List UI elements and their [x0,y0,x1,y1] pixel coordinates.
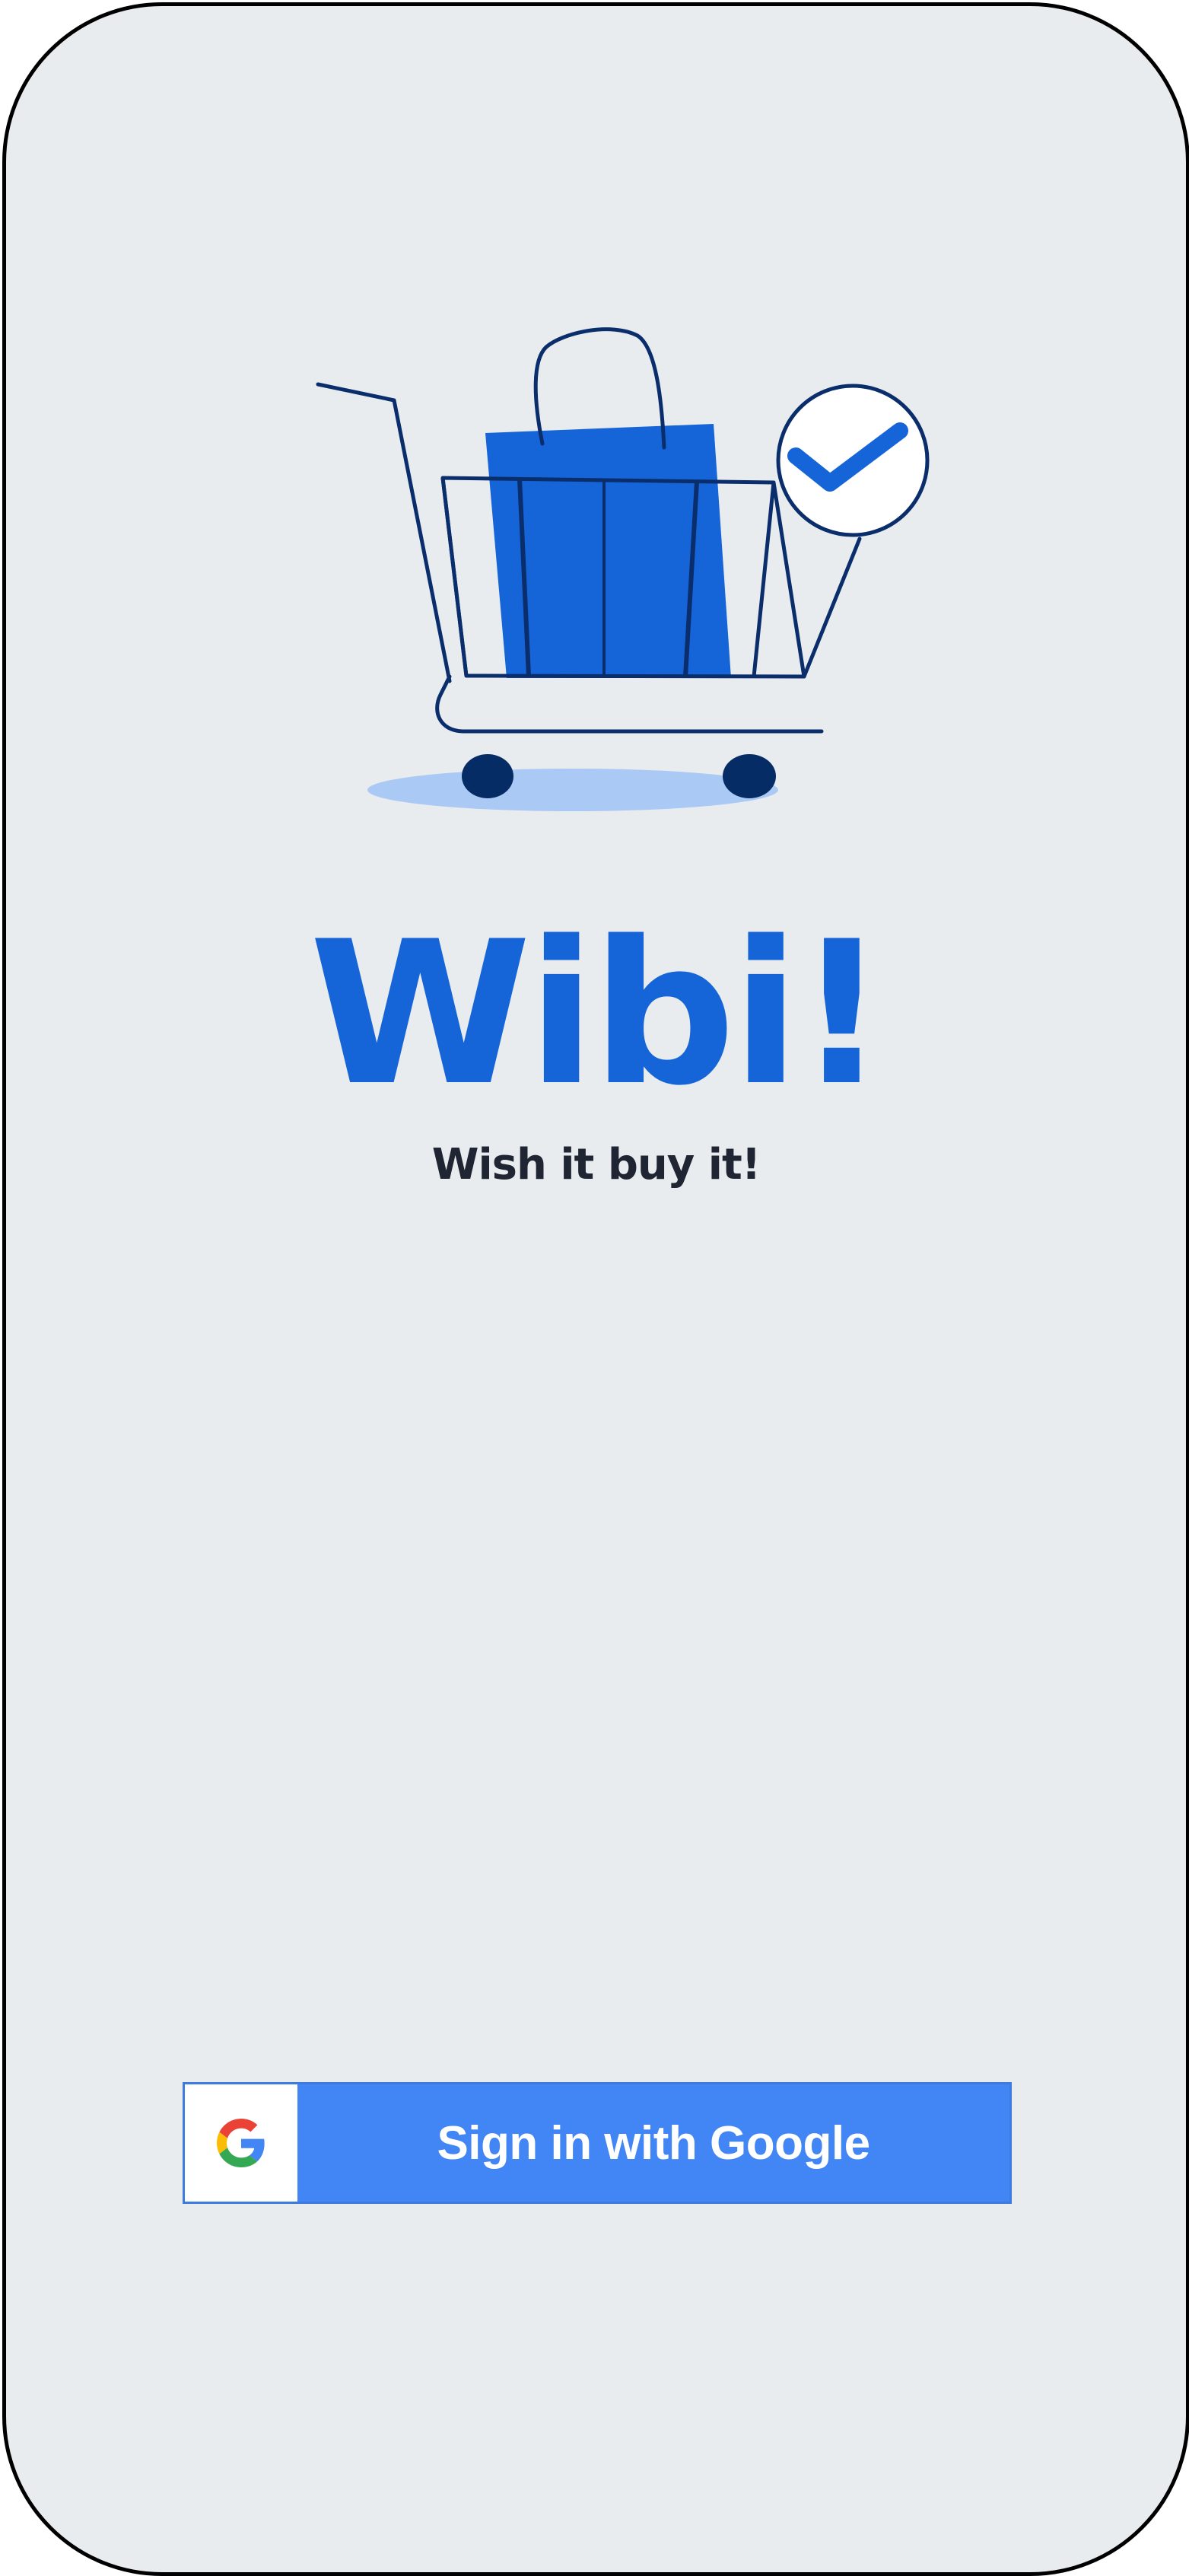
app-tagline: Wish it buy it! [431,1140,761,1189]
app-logo-title: Wibi! [309,900,888,1129]
shopping-cart-icon [316,327,930,811]
google-g-icon [217,2119,265,2167]
sign-in-label: Sign in with Google [437,2116,870,2170]
google-icon-container [185,2084,297,2202]
sign-in-with-google-button[interactable]: Sign in with Google [183,2082,1012,2204]
phone-frame: Wibi! Wish it buy it! Sign in with Googl… [2,2,1189,2576]
shopping-cart-illustration [310,322,942,824]
